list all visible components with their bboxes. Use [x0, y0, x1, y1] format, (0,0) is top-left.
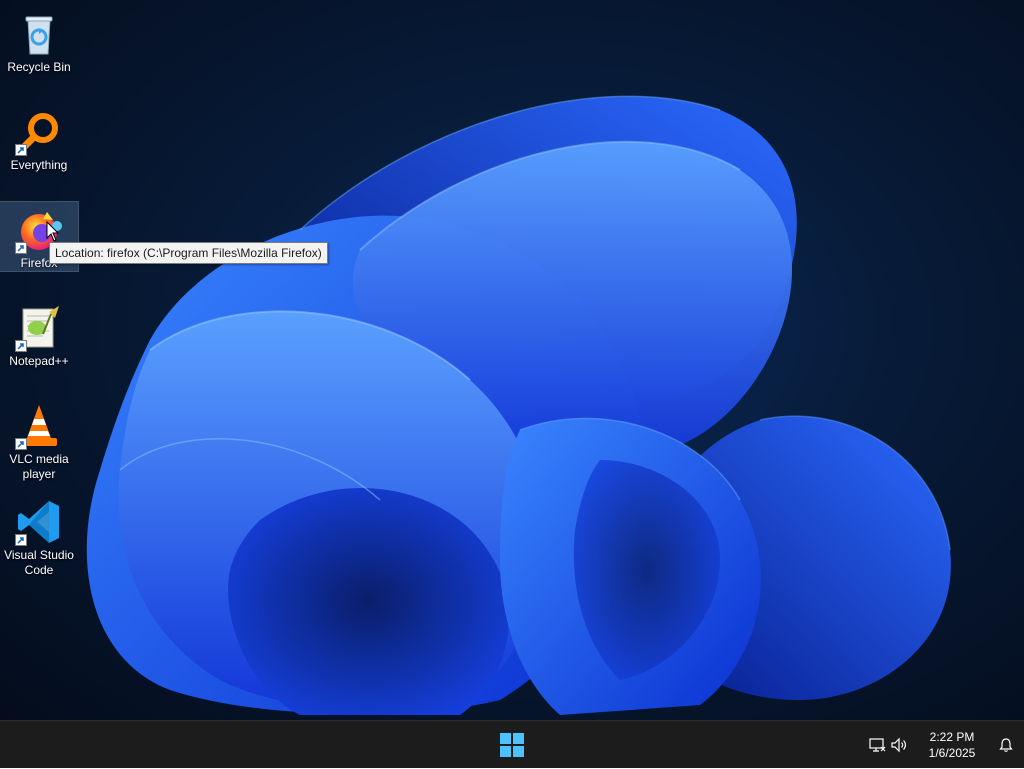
- system-tray: 2:22 PM 1/6/2025: [866, 721, 1024, 769]
- shortcut-arrow-icon: [15, 144, 27, 156]
- windows-logo-icon: [500, 733, 524, 757]
- recycle-bin-icon: [15, 10, 63, 58]
- desktop-icon-vscode[interactable]: Visual Studio Code: [0, 494, 78, 578]
- vscode-icon: [15, 498, 63, 546]
- mouse-cursor-icon: [46, 221, 60, 242]
- notepad-plus-plus-icon: [15, 304, 63, 352]
- location-tooltip: Location: firefox (C:\Program Files\Mozi…: [49, 242, 328, 264]
- notification-bell-icon[interactable]: [992, 729, 1020, 761]
- taskbar: 2:22 PM 1/6/2025: [0, 720, 1024, 768]
- vlc-cone-icon: [15, 402, 63, 450]
- shortcut-arrow-icon: [15, 438, 27, 450]
- desktop-icon-label: Recycle Bin: [7, 60, 71, 74]
- desktop-icon-label: VLC media player: [9, 452, 69, 481]
- desktop-icon-everything[interactable]: Everything: [0, 104, 78, 173]
- shortcut-arrow-icon: [15, 534, 27, 546]
- desktop-icon-label: Everything: [10, 158, 68, 172]
- everything-search-icon: [15, 108, 63, 156]
- desktop-icon-vlc[interactable]: VLC media player: [0, 398, 78, 482]
- clock-time: 2:22 PM: [929, 730, 975, 744]
- taskbar-clock[interactable]: 2:22 PM 1/6/2025: [916, 729, 988, 761]
- wallpaper-bloom: [86, 95, 951, 715]
- desktop-icon-label: Notepad++: [9, 354, 69, 368]
- desktop-icon-notepad-plus-plus[interactable]: Notepad++: [0, 300, 78, 369]
- desktop[interactable]: Recycle Bin Everything Firefox Notepad++…: [0, 0, 1024, 720]
- volume-icon[interactable]: [888, 729, 910, 761]
- desktop-icon-label: Visual Studio Code: [4, 548, 74, 577]
- shortcut-arrow-icon: [15, 242, 27, 254]
- desktop-icon-recycle-bin[interactable]: Recycle Bin: [0, 6, 78, 75]
- start-button[interactable]: [493, 727, 531, 763]
- clock-date: 1/6/2025: [928, 746, 976, 760]
- shortcut-arrow-icon: [15, 340, 27, 352]
- network-icon[interactable]: [866, 729, 888, 761]
